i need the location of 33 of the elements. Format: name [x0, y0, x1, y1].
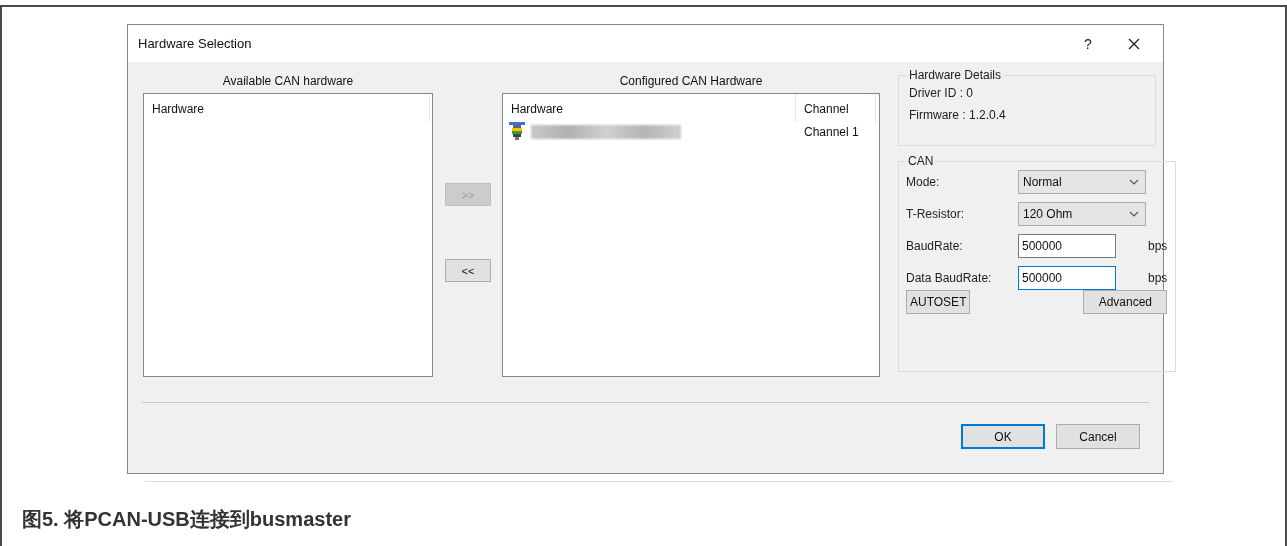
configured-hardware-list[interactable]: Hardware Channel Channel 1	[502, 93, 880, 377]
field-label: BaudRate:	[906, 239, 964, 253]
close-icon	[1128, 37, 1140, 50]
action-button[interactable]: Advanced	[1083, 290, 1168, 314]
group-title: Hardware Details	[908, 68, 1003, 82]
detail-text: Driver ID : 0	[908, 86, 974, 100]
field-label: Data BaudRate:	[906, 271, 993, 285]
unit-label: bps	[1147, 239, 1168, 253]
device-icon	[509, 122, 525, 142]
input-field[interactable]: 500000	[1018, 234, 1116, 258]
column-header[interactable]: Channel	[796, 94, 876, 122]
available-hardware-list[interactable]: Hardware	[143, 93, 433, 377]
figure-caption: 图5. 将PCAN-USB连接到busmaster	[22, 507, 352, 532]
list-heading: Available CAN hardware	[222, 74, 354, 90]
window-title: Hardware Selection	[138, 36, 253, 51]
group-title: CAN	[907, 154, 935, 168]
detail-text: Firmware : 1.2.0.4	[908, 108, 1007, 122]
unit-label: bps	[1147, 271, 1168, 285]
list-heading: Configured CAN Hardware	[619, 74, 763, 90]
help-button[interactable]: ?	[1065, 28, 1111, 59]
dropdown[interactable]: Normal	[1018, 170, 1146, 194]
chevron-down-icon	[1129, 179, 1139, 185]
column-header[interactable]: Hardware	[144, 94, 430, 122]
channel-cell-text: Channel 1	[803, 125, 859, 139]
field-label: Mode:	[906, 175, 941, 189]
chevron-down-icon	[1129, 211, 1139, 217]
dialog-button[interactable]: Cancel	[1056, 424, 1140, 449]
input-field[interactable]: 500000	[1018, 266, 1116, 290]
action-button[interactable]: AUTOSET	[906, 290, 971, 314]
transfer-button[interactable]: <<	[445, 259, 491, 282]
dropdown[interactable]: 120 Ohm	[1018, 202, 1146, 226]
dialog-button[interactable]: OK	[961, 424, 1045, 449]
field-label: T-Resistor:	[906, 207, 965, 221]
